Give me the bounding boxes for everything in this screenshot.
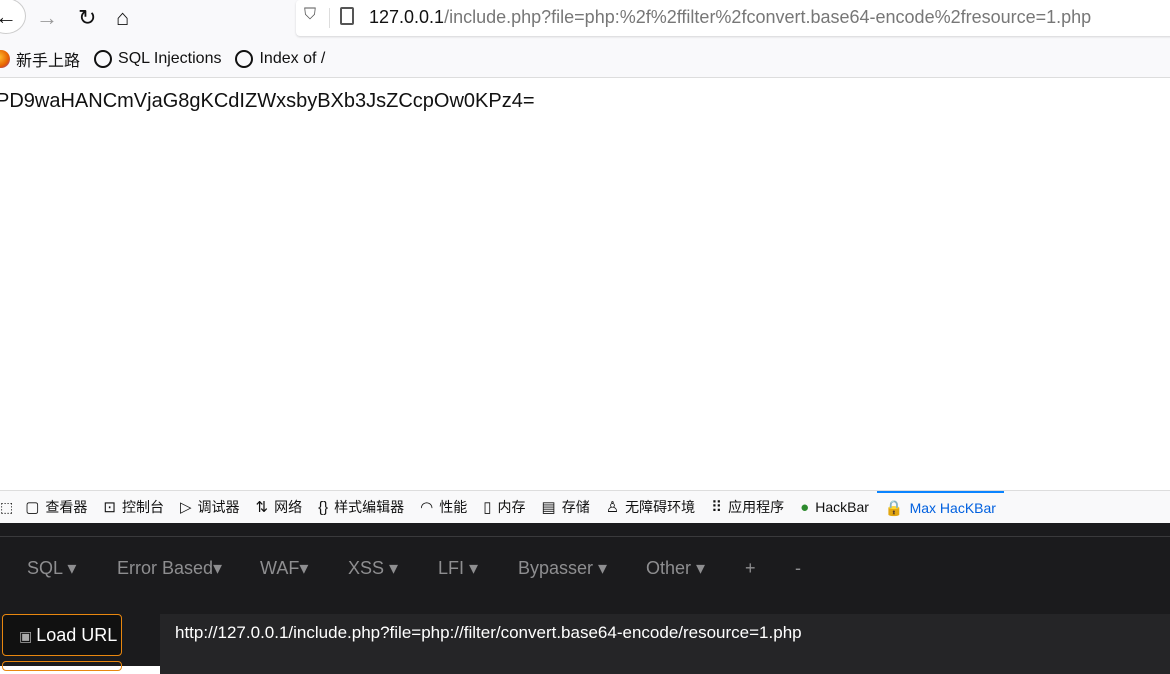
memory-icon: ▯ — [483, 499, 492, 516]
address-bar[interactable]: ⛉ 127.0.0.1/include.php?file=php:%2f%2ff… — [296, 0, 1170, 36]
tab-label: 存储 — [561, 499, 590, 515]
load-url-button[interactable]: ▣ Load URL — [2, 614, 122, 656]
globe-icon — [235, 49, 254, 68]
menu-other[interactable]: Other ▾ — [646, 558, 705, 579]
bookmark-sql-injections[interactable]: SQL Injections — [94, 49, 222, 68]
tab-label: HackBar — [815, 499, 869, 515]
url-text[interactable]: 127.0.0.1/include.php?file=php:%2f%2ffil… — [369, 7, 1091, 28]
url-host: 127.0.0.1 — [369, 7, 445, 27]
menu-error-based[interactable]: Error Based▾ — [117, 558, 222, 579]
tab-label: 无障碍环境 — [625, 499, 696, 515]
tab-console[interactable]: ⊡ 控制台 — [95, 491, 172, 524]
menu-waf[interactable]: WAF▾ — [260, 558, 308, 579]
back-button[interactable]: ← — [0, 0, 26, 34]
navigation-toolbar: ← → ↻ ⌂ ⛉ 127.0.0.1/include.php?file=php… — [0, 0, 1170, 40]
tab-label: Max HacKBar — [909, 500, 996, 516]
tab-accessibility[interactable]: ♙ 无障碍环境 — [598, 491, 703, 524]
max-hackbar-icon: 🔒 — [884, 500, 904, 517]
remove-button[interactable]: - — [795, 558, 801, 579]
url-input[interactable]: http://127.0.0.1/include.php?file=php://… — [160, 614, 1170, 674]
tab-inspector[interactable]: ▢ 查看器 — [17, 491, 95, 524]
tab-storage[interactable]: ▤ 存储 — [534, 491, 598, 524]
tab-performance[interactable]: ◠ 性能 — [412, 491, 475, 524]
style-editor-icon: {} — [318, 498, 329, 516]
storage-icon: ▤ — [541, 499, 556, 516]
tab-hackbar[interactable]: ● HackBar — [792, 491, 877, 524]
firefox-icon — [0, 49, 10, 68]
load-icon: ▣ — [19, 628, 33, 644]
tab-label: 调试器 — [197, 499, 240, 515]
divider — [329, 8, 330, 28]
pick-element-button[interactable]: ⬚ — [0, 491, 17, 524]
devtools-tabbar: ⬚ ▢ 查看器 ⊡ 控制台 ▷ 调试器 ⇅ 网络 {} 样式编辑器 ◠ 性能 ▯ 内存 ▤ 存储… — [0, 490, 1170, 523]
network-icon: ⇅ — [255, 499, 269, 516]
inspector-icon: ▢ — [25, 499, 40, 516]
bookmark-label: Index of / — [259, 49, 326, 67]
reload-button[interactable]: ↻ — [78, 4, 96, 32]
menu-sql[interactable]: SQL ▾ — [27, 558, 76, 579]
globe-icon — [94, 49, 113, 68]
tab-max-hackbar[interactable]: 🔒 Max HacKBar — [876, 490, 1004, 524]
menu-bypasser[interactable]: Bypasser ▾ — [518, 558, 607, 579]
application-icon: ⠿ — [711, 499, 723, 516]
tab-label: 查看器 — [45, 499, 88, 515]
debugger-icon: ▷ — [180, 499, 192, 516]
bookmarks-bar: 新手上路 SQL Injections Index of / — [0, 40, 1170, 78]
menu-lfi[interactable]: LFI ▾ — [438, 558, 478, 579]
url-path: /include.php?file=php:%2f%2ffilter%2fcon… — [444, 7, 1092, 27]
menu-xss[interactable]: XSS ▾ — [348, 558, 398, 579]
bookmark-index-of[interactable]: Index of / — [235, 49, 326, 68]
split-url-button[interactable] — [2, 661, 122, 671]
console-icon: ⊡ — [103, 499, 116, 516]
tab-style-editor[interactable]: {} 样式编辑器 — [310, 491, 412, 524]
tab-label: 性能 — [439, 499, 468, 515]
load-url-label: Load URL — [36, 625, 118, 645]
performance-icon: ◠ — [420, 499, 434, 516]
tab-debugger[interactable]: ▷ 调试器 — [172, 491, 248, 524]
bookmark-label: SQL Injections — [118, 49, 222, 67]
bookmark-getting-started[interactable]: 新手上路 — [0, 47, 80, 71]
home-button[interactable]: ⌂ — [116, 4, 129, 32]
page-icon[interactable] — [340, 7, 354, 25]
hackbar-icon: ● — [800, 498, 810, 516]
tab-network[interactable]: ⇅ 网络 — [248, 491, 311, 524]
page-body-text: PD9waHANCmVjaG8gKCdIZWxsbyBXb3JsZCcpOw0K… — [0, 90, 535, 112]
tab-label: 样式编辑器 — [334, 499, 405, 515]
bookmark-label: 新手上路 — [16, 52, 81, 70]
accessibility-icon: ♙ — [605, 499, 620, 516]
tab-label: 网络 — [274, 499, 303, 515]
tab-application[interactable]: ⠿ 应用程序 — [703, 491, 792, 524]
tab-label: 内存 — [497, 499, 526, 515]
divider — [0, 536, 1170, 537]
forward-button[interactable]: → — [36, 4, 58, 32]
tab-label: 控制台 — [122, 499, 164, 515]
tab-memory[interactable]: ▯ 内存 — [475, 491, 533, 524]
add-button[interactable]: + — [745, 558, 756, 579]
tab-label: 应用程序 — [728, 499, 785, 515]
hackbar-panel: SQL ▾ Error Based▾ WAF▾ XSS ▾ LFI ▾ Bypa… — [0, 523, 1170, 674]
shield-icon[interactable]: ⛉ — [304, 6, 316, 24]
